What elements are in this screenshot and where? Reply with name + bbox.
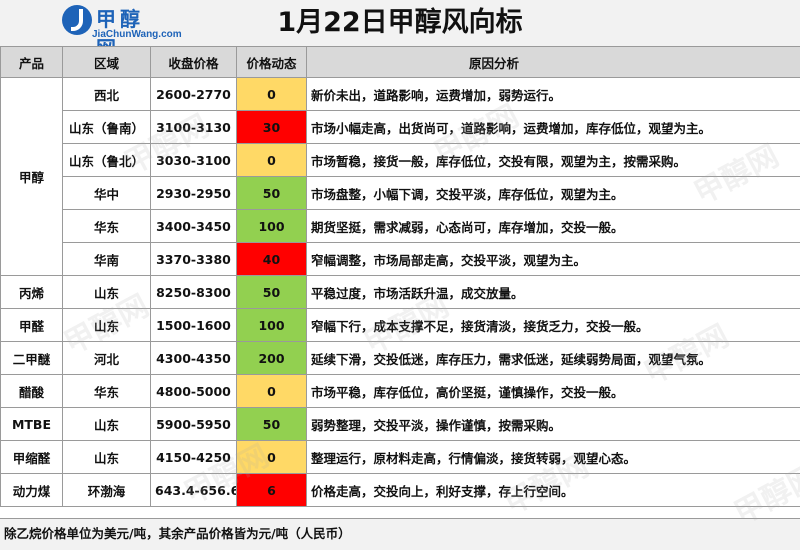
table-row: MTBE 山东 5900-5950 50 弱势整理，交投平淡，操作谨慎，按需采购。 [0, 407, 800, 441]
table-row: 华中 2930-2950 50 市场盘整，小幅下调，交投平淡，库存低位，观望为主。 [1, 176, 800, 210]
table-row: 甲缩醛 山东 4150-4250 0 整理运行，原材料走高，行情偏淡，接货转弱，观望心态… [0, 440, 800, 474]
product-cell: 甲醛 [0, 308, 63, 342]
product-cell: 醋酸 [0, 374, 63, 408]
closing-price-cell: 4150-4250 [150, 440, 237, 474]
title-bar: 甲醇网 JiaChunWang.com 1月22日甲醇风向标 [0, 0, 800, 60]
price-table: 产品 区域 收盘价格 价格动态 原因分析 甲醇 西北 2600-2770 0 新价未出，… [0, 46, 800, 507]
reason-cell: 延续下滑，交投低迷，库存压力，需求低迷，延续弱势局面，观望气氛。 [306, 341, 800, 375]
reason-cell: 新价未出，道路影响，运费增加，弱势运行。 [306, 77, 800, 111]
price-change-cell: 40 [236, 242, 307, 276]
reason-cell: 平稳过度，市场活跃升温，成交放量。 [306, 275, 800, 309]
table-row: 山东（鲁北） 3030-3100 0 市场暂稳，接货一般，库存低位，交投有限，观望为主… [1, 143, 800, 177]
region-cell: 环渤海 [62, 473, 151, 507]
price-change-cell: 50 [236, 407, 307, 441]
price-change-cell: 100 [236, 308, 307, 342]
column-header-product: 产品 [0, 46, 63, 78]
region-cell: 山东（鲁北） [62, 143, 151, 177]
reason-cell: 窄幅调整，市场局部走高，交投平淡，观望为主。 [306, 242, 800, 276]
region-cell: 山东（鲁南） [62, 110, 151, 144]
closing-price-cell: 2930-2950 [150, 176, 237, 210]
product-cell: 甲缩醛 [0, 440, 63, 474]
table-row: 二甲醚 河北 4300-4350 200 延续下滑，交投低迷，库存压力，需求低迷，延续弱… [0, 341, 800, 375]
product-cell: 甲醇 [0, 77, 63, 276]
table-row: 山东（鲁南） 3100-3130 30 市场小幅走高，出货尚可，道路影响，运费增加，库… [1, 110, 800, 144]
product-cell: 丙烯 [0, 275, 63, 309]
column-header-region: 区域 [62, 46, 151, 78]
product-cell: 动力煤 [0, 473, 63, 507]
closing-price-cell: 3400-3450 [150, 209, 237, 243]
reason-cell: 整理运行，原材料走高，行情偏淡，接货转弱，观望心态。 [306, 440, 800, 474]
table-row: 华南 3370-3380 40 窄幅调整，市场局部走高，交投平淡，观望为主。 [1, 242, 800, 276]
price-change-cell: 0 [236, 77, 307, 111]
column-header-reason: 原因分析 [306, 46, 800, 78]
region-cell: 山东 [62, 440, 151, 474]
price-change-cell: 30 [236, 110, 307, 144]
product-cell: 二甲醚 [0, 341, 63, 375]
closing-price-cell: 3370-3380 [150, 242, 237, 276]
table-row: 动力煤 环渤海 643.4-656.6 6 价格走高，交投向上，利好支撑，存上行空间。 [0, 473, 800, 507]
page-title: 1月22日甲醇风向标 [277, 7, 523, 38]
closing-price-cell: 643.4-656.6 [150, 473, 237, 507]
region-cell: 西北 [62, 77, 151, 111]
reason-cell: 市场平稳，库存低位，高价坚挺，谨慎操作，交投一般。 [306, 374, 800, 408]
price-change-cell: 50 [236, 176, 307, 210]
region-cell: 华中 [62, 176, 151, 210]
table-row: 醋酸 华东 4800-5000 0 市场平稳，库存低位，高价坚挺，谨慎操作，交投一般。 [0, 374, 800, 408]
table-body: 甲醇 西北 2600-2770 0 新价未出，道路影响，运费增加，弱势运行。 山东（鲁南）… [0, 77, 800, 507]
price-change-cell: 6 [236, 473, 307, 507]
column-header-price-change: 价格动态 [236, 46, 307, 78]
region-cell: 山东 [62, 275, 151, 309]
region-cell: 华南 [62, 242, 151, 276]
reason-cell: 市场盘整，小幅下调，交投平淡，库存低位，观望为主。 [306, 176, 800, 210]
closing-price-cell: 1500-1600 [150, 308, 237, 342]
closing-price-cell: 4800-5000 [150, 374, 237, 408]
price-change-cell: 0 [236, 374, 307, 408]
footer-note: 除乙烷价格单位为美元/吨，其余产品价格皆为元/吨（人民币） [0, 518, 800, 550]
region-cell: 山东 [62, 407, 151, 441]
region-cell: 山东 [62, 308, 151, 342]
closing-price-cell: 4300-4350 [150, 341, 237, 375]
table-row: 丙烯 山东 8250-8300 50 平稳过度，市场活跃升温，成交放量。 [0, 275, 800, 309]
reason-cell: 弱势整理，交投平淡，操作谨慎，按需采购。 [306, 407, 800, 441]
closing-price-cell: 2600-2770 [150, 77, 237, 111]
table-row: 甲醇 西北 2600-2770 0 新价未出，道路影响，运费增加，弱势运行。 [0, 77, 800, 276]
price-change-cell: 0 [236, 143, 307, 177]
table-row: 甲醛 山东 1500-1600 100 窄幅下行，成本支撑不足，接货清淡，接货乏力，交投… [0, 308, 800, 342]
region-cell: 华东 [62, 374, 151, 408]
closing-price-cell: 3100-3130 [150, 110, 237, 144]
product-cell: MTBE [0, 407, 63, 441]
region-cell: 华东 [62, 209, 151, 243]
closing-price-cell: 8250-8300 [150, 275, 237, 309]
reason-cell: 市场小幅走高，出货尚可，道路影响，运费增加，库存低位，观望为主。 [306, 110, 800, 144]
closing-price-cell: 3030-3100 [150, 143, 237, 177]
price-report-sheet: 甲醇网 JiaChunWang.com 1月22日甲醇风向标 产品 区域 收盘价… [0, 0, 800, 550]
reason-cell: 窄幅下行，成本支撑不足，接货清淡，接货乏力，交投一般。 [306, 308, 800, 342]
table-header-row: 产品 区域 收盘价格 价格动态 原因分析 [0, 46, 800, 78]
price-change-cell: 50 [236, 275, 307, 309]
table-row: 华东 3400-3450 100 期货坚挺，需求减弱，心态尚可，库存增加，交投一般。 [1, 209, 800, 243]
price-change-cell: 0 [236, 440, 307, 474]
price-change-cell: 100 [236, 209, 307, 243]
price-change-cell: 200 [236, 341, 307, 375]
column-header-closing-price: 收盘价格 [150, 46, 237, 78]
region-cell: 河北 [62, 341, 151, 375]
reason-cell: 期货坚挺，需求减弱，心态尚可，库存增加，交投一般。 [306, 209, 800, 243]
reason-cell: 市场暂稳，接货一般，库存低位，交投有限，观望为主，按需采购。 [306, 143, 800, 177]
closing-price-cell: 5900-5950 [150, 407, 237, 441]
reason-cell: 价格走高，交投向上，利好支撑，存上行空间。 [306, 473, 800, 507]
